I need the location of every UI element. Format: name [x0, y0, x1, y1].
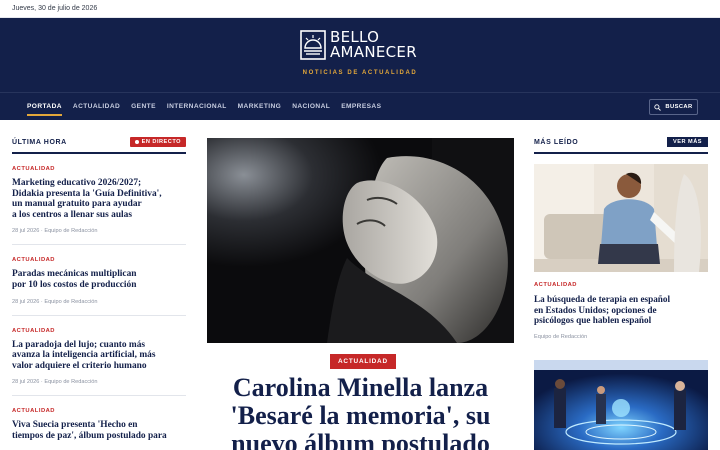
news-item[interactable]: ACTUALIDAD Marketing educativo 2026/2027…	[12, 154, 186, 246]
headline-line[interactable]: a los centros a llenar sus aulas	[12, 210, 132, 220]
hero-headline-line[interactable]: Carolina Minella lanza	[233, 373, 488, 402]
sunrise-logo-icon	[300, 30, 326, 60]
latest-news-title: ÚLTIMA HORA	[12, 138, 67, 146]
news-item-meta: 28 jul 2026 · Equipo de Redacción	[12, 228, 98, 235]
news-item-category[interactable]: ACTUALIDAD	[12, 328, 186, 334]
masthead: BELLO AMANECER NOTICIAS DE ACTUALIDAD	[0, 18, 720, 92]
headline-line[interactable]: Paradas mecánicas multiplican	[12, 269, 136, 279]
latest-news-header: ÚLTIMA HORA EN DIRECTO	[12, 137, 186, 154]
news-item-category[interactable]: ACTUALIDAD	[12, 257, 186, 263]
nav-item-nacional[interactable]: NACIONAL	[292, 95, 330, 118]
live-dot-icon	[134, 140, 139, 144]
nav-item-actualidad[interactable]: ACTUALIDAD	[73, 95, 120, 118]
most-read-title: MÁS LEÍDO	[534, 138, 579, 146]
nav-item-empresas[interactable]: EMPRESAS	[341, 95, 381, 118]
news-item-headline[interactable]: La paradoja del lujo; cuanto más avanza …	[12, 340, 186, 372]
news-item[interactable]: ACTUALIDAD Viva Suecia presenta 'Hecho e…	[12, 396, 186, 450]
news-item-category[interactable]: ACTUALIDAD	[12, 408, 186, 414]
see-more-button[interactable]: VER MÁS	[667, 137, 708, 147]
search-button-label: BUSCAR	[665, 104, 693, 110]
news-item-meta: 28 jul 2026 · Equipo de Redacción	[12, 298, 98, 305]
headline-line[interactable]: un manual gratuito para ayudar	[12, 199, 142, 209]
live-badge[interactable]: EN DIRECTO	[129, 137, 186, 147]
therapy-session-image[interactable]	[534, 164, 708, 272]
headline-line[interactable]: tiempos de paz', álbum postulado para	[12, 431, 167, 441]
news-item-headline[interactable]: Marketing educativo 2026/2027; Didakia p…	[12, 178, 186, 220]
featured-story: ACTUALIDAD Carolina Minella lanza 'Besar…	[207, 138, 514, 450]
most-read-column: MÁS LEÍDO VER MÁS ACTUALIDAD La búsqueda…	[534, 137, 708, 450]
most-read-meta: Equipo de Redacción	[534, 333, 588, 340]
main-nav: PORTADA ACTUALIDAD GENTE INTERNACIONAL M…	[0, 92, 720, 120]
news-item[interactable]: ACTUALIDAD La paradoja del lujo; cuanto …	[12, 316, 186, 397]
headline-line[interactable]: por 10 los costos de producción	[12, 280, 136, 290]
live-badge-label: EN DIRECTO	[141, 139, 181, 145]
latest-news-column: ÚLTIMA HORA EN DIRECTO ACTUALIDAD Market…	[12, 137, 186, 450]
most-read-header: MÁS LEÍDO VER MÁS	[534, 137, 708, 154]
most-read-category[interactable]: ACTUALIDAD	[534, 282, 708, 288]
news-item-category[interactable]: ACTUALIDAD	[12, 166, 186, 172]
hero-image[interactable]	[207, 138, 514, 343]
headline-line[interactable]: en Estados Unidos; opciones de	[534, 305, 657, 315]
news-item-meta: 28 jul 2026 · Equipo de Redacción	[12, 379, 98, 386]
current-date: Jueves, 30 de julio de 2026	[12, 5, 98, 12]
headline-line[interactable]: avanza la inteligencia artificial, más	[12, 350, 155, 360]
nav-item-internacional[interactable]: INTERNACIONAL	[167, 95, 227, 118]
site-tagline: NOTICIAS DE ACTUALIDAD	[302, 70, 418, 76]
news-item[interactable]: ACTUALIDAD Paradas mecánicas multiplican…	[12, 245, 186, 316]
top-date-bar: Jueves, 30 de julio de 2026	[0, 0, 720, 18]
headline-line[interactable]: La búsqueda de terapia en español	[534, 294, 670, 304]
nav-item-gente[interactable]: GENTE	[131, 95, 156, 118]
headline-line[interactable]: valor adquiere el criterio humano	[12, 361, 147, 371]
headline-line[interactable]: Marketing educativo 2026/2027;	[12, 178, 141, 188]
hero-headline[interactable]: Carolina Minella lanza 'Besaré la memori…	[197, 374, 524, 450]
news-item-headline[interactable]: Viva Suecia presenta 'Hecho en tiempos d…	[12, 420, 186, 441]
technology-meeting-image[interactable]	[534, 359, 708, 450]
most-read-headline[interactable]: La búsqueda de terapia en español en Est…	[534, 294, 708, 326]
nav-item-portada[interactable]: PORTADA	[27, 95, 62, 118]
headline-line[interactable]: Viva Suecia presenta 'Hecho en	[12, 420, 138, 430]
headline-line[interactable]: psicólogos que hablen español	[534, 315, 651, 325]
nav-item-marketing[interactable]: MARKETING	[238, 95, 282, 118]
headline-line[interactable]: La paradoja del lujo; cuanto más	[12, 340, 145, 350]
hero-headline-line[interactable]: 'Besaré la memoria', su	[231, 401, 491, 430]
search-button[interactable]: BUSCAR	[649, 99, 698, 115]
hero-headline-line[interactable]: nuevo álbum postulado	[231, 429, 490, 450]
logo-wordmark: BELLO AMANECER	[330, 30, 417, 60]
news-item-headline[interactable]: Paradas mecánicas multiplican por 10 los…	[12, 269, 186, 290]
headline-line[interactable]: Didakia presenta la 'Guía Definitiva',	[12, 189, 162, 199]
site-logo[interactable]: BELLO AMANECER	[300, 30, 417, 60]
logo-line-2: AMANECER	[330, 43, 417, 61]
search-icon	[654, 103, 662, 111]
hero-category-badge[interactable]: ACTUALIDAD	[330, 354, 396, 369]
